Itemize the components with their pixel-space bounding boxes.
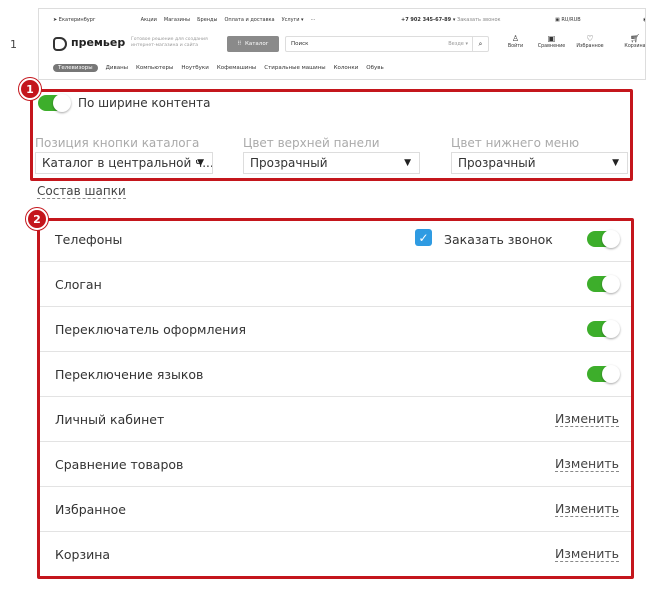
preview-nav-item: Ноутбуки bbox=[181, 65, 209, 71]
preview-nav: Телевизоры Диваны Компьютеры Ноутбуки Ко… bbox=[53, 64, 392, 72]
preview-callback: Заказать звонок bbox=[457, 17, 501, 23]
setting-row-compare: Сравнение товаров Изменить bbox=[40, 442, 631, 487]
header-preview: ➤ Екатеринбург Акции Магазины Бренды Опл… bbox=[38, 8, 646, 80]
preview-nav-item: Кофемашины bbox=[216, 65, 257, 71]
preview-location: ➤ Екатеринбург bbox=[53, 17, 96, 23]
bottom-menu-color-select[interactable]: Прозрачный ▼ bbox=[451, 152, 628, 174]
setting-row-phones: Телефоны ✓ Заказать звонок bbox=[40, 217, 631, 262]
account-edit-link[interactable]: Изменить bbox=[554, 412, 619, 427]
badge-2: 2 bbox=[26, 208, 48, 230]
setting-row-slogan: Слоган bbox=[40, 262, 631, 307]
setting-row-theme-switch: Переключатель оформления bbox=[40, 307, 631, 352]
chevron-down-icon: ▼ bbox=[197, 158, 204, 168]
preview-catalog-button: ⠿ Каталог bbox=[227, 36, 279, 52]
theme-icon: ◉ bbox=[643, 17, 645, 23]
preview-top-link: ··· bbox=[310, 17, 316, 23]
preview-top-bar: ➤ Екатеринбург Акции Магазины Бренды Опл… bbox=[53, 15, 645, 25]
search-icon: ⌕ bbox=[472, 37, 488, 51]
phones-toggle[interactable] bbox=[587, 230, 620, 248]
preview-nav-item: Диваны bbox=[105, 65, 129, 71]
preview-brand: премьер bbox=[71, 36, 126, 49]
row-number: 1 bbox=[10, 38, 17, 51]
preview-phone: +7 902 345-67-89 ▾ bbox=[401, 17, 456, 23]
preview-top-link: Услуги ▾ bbox=[281, 17, 304, 23]
languages-toggle[interactable] bbox=[587, 365, 620, 383]
preview-nav-item: Колонки bbox=[333, 65, 359, 71]
slogan-toggle[interactable] bbox=[587, 275, 620, 293]
cart-edit-link[interactable]: Изменить bbox=[554, 547, 619, 562]
user-icon: ♙ bbox=[511, 34, 520, 43]
setting-row-languages: Переключение языков bbox=[40, 352, 631, 397]
setting-row-cart: Корзина Изменить bbox=[55, 546, 619, 562]
preview-cart: 🛒︎ Корзина bbox=[615, 34, 645, 49]
preview-favorites: ♡ Избранное bbox=[569, 34, 611, 49]
preview-login: ♙ Войти bbox=[497, 34, 534, 49]
bottom-menu-color-label: Цвет нижнего меню bbox=[451, 136, 580, 150]
full-width-toggle[interactable] bbox=[38, 94, 71, 112]
chevron-down-icon: ▼ bbox=[404, 158, 411, 168]
catalog-position-label: Позиция кнопки каталога bbox=[35, 136, 200, 150]
preview-nav-item: Компьютеры bbox=[136, 65, 174, 71]
preview-slogan: Готовое решение для создания интернет-ма… bbox=[131, 37, 208, 49]
callback-checkbox[interactable]: ✓ bbox=[415, 229, 432, 246]
preview-top-link: Акции bbox=[140, 17, 157, 23]
preview-compare: ▣ Сравнение bbox=[534, 34, 569, 49]
compare-icon: ▣ bbox=[547, 34, 556, 43]
setting-row-account: Личный кабинет Изменить bbox=[40, 397, 631, 442]
badge-1: 1 bbox=[19, 78, 41, 100]
preview-nav-item: Телевизоры bbox=[53, 64, 98, 72]
check-icon: ✓ bbox=[418, 230, 429, 245]
top-panel-color-label: Цвет верхней панели bbox=[243, 136, 380, 150]
top-panel-color-select[interactable]: Прозрачный ▼ bbox=[243, 152, 420, 174]
header-composition-link[interactable]: Состав шапки bbox=[37, 184, 126, 199]
cart-icon: 🛒︎ bbox=[629, 34, 641, 43]
preview-lang: ▣ RU/RUB bbox=[555, 17, 581, 23]
preview-top-link: Магазины bbox=[163, 17, 191, 23]
callback-checkbox-label: Заказать звонок bbox=[444, 232, 553, 247]
favorites-edit-link[interactable]: Изменить bbox=[554, 502, 619, 517]
preview-icons: ♙ Войти ▣ Сравнение ♡ Избранное 🛒︎ Корзина bbox=[497, 34, 645, 49]
logo-icon bbox=[53, 37, 67, 51]
preview-top-link: Оплата и доставка bbox=[224, 17, 275, 23]
preview-nav-item: Стиральные машины bbox=[264, 65, 326, 71]
setting-row-favorites: Избранное Изменить bbox=[40, 487, 631, 532]
theme-switch-toggle[interactable] bbox=[587, 320, 620, 338]
catalog-position-select[interactable]: Каталог в центральной ч... ▼ bbox=[35, 152, 213, 174]
heart-icon: ♡ bbox=[586, 34, 594, 43]
chevron-down-icon: ▼ bbox=[612, 158, 619, 168]
full-width-label: По ширине контента bbox=[78, 96, 211, 110]
preview-nav-item: Обувь bbox=[366, 65, 384, 71]
preview-search: Поиск Везде ▾ ⌕ bbox=[285, 36, 489, 52]
compare-edit-link[interactable]: Изменить bbox=[554, 457, 619, 472]
preview-top-link: Бренды bbox=[197, 17, 218, 23]
